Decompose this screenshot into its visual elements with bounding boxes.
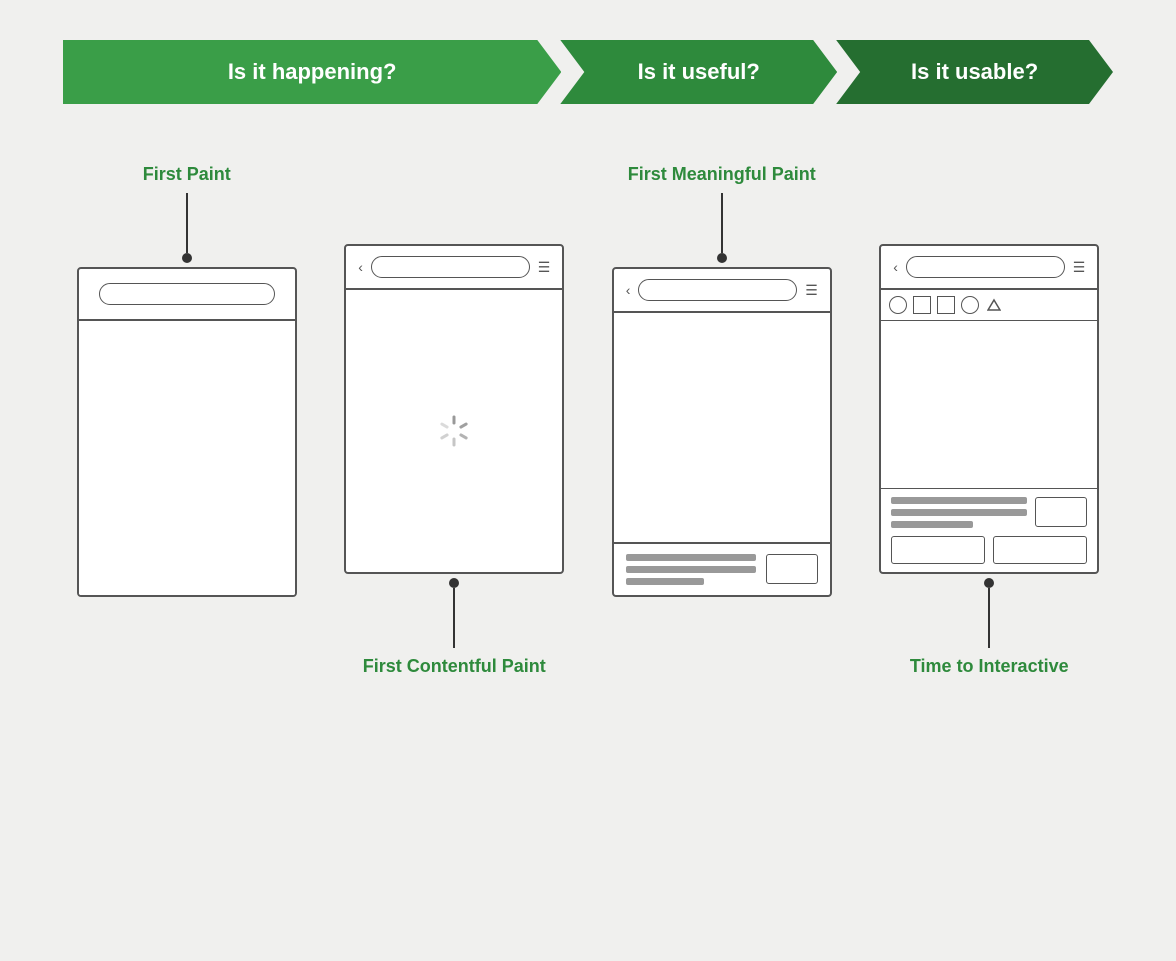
- phone3-line-3: [626, 578, 704, 585]
- phone1-body: [79, 321, 295, 595]
- phone4-line-3: [891, 521, 973, 528]
- tab-icon-square-1: [913, 296, 931, 314]
- phone4-btn-1: [891, 536, 985, 564]
- main-content: First Paint ‹ ☰: [63, 164, 1113, 677]
- phone4-search-bar: [906, 256, 1065, 278]
- column-tti: ‹ ☰: [866, 164, 1114, 677]
- phone3-image-area: [614, 313, 830, 544]
- phone3-content-area: [614, 544, 830, 595]
- banner-arrow-useful: Is it useful?: [560, 40, 837, 104]
- tab-icon-triangle: [985, 296, 1003, 314]
- phone4-line-1: [891, 497, 1027, 504]
- phone3-line-1: [626, 554, 756, 561]
- phone2-search-bar: [371, 256, 530, 278]
- label-tti: Time to Interactive: [910, 656, 1069, 677]
- connector-top-1: [182, 193, 192, 263]
- label-first-paint: First Paint: [143, 164, 231, 185]
- phone4-menu-icon: ☰: [1073, 259, 1086, 276]
- phone4-line-2: [891, 509, 1027, 516]
- phone2-body: [346, 290, 562, 572]
- banner-label-happening: Is it happening?: [228, 59, 397, 85]
- tab-icon-circle-1: [889, 296, 907, 314]
- phone1-search-bar: [99, 283, 275, 305]
- loading-spinner: [432, 409, 476, 453]
- phone4-header: ‹ ☰: [881, 246, 1097, 290]
- phone3-line-2: [626, 566, 756, 573]
- banner-label-useful: Is it useful?: [638, 59, 760, 85]
- phone-fmp: ‹ ☰: [612, 267, 832, 597]
- phone4-body: [881, 290, 1097, 572]
- column-fmp: First Meaningful Paint ‹ ☰: [598, 164, 846, 677]
- connector-bottom-4: [984, 578, 994, 648]
- phone4-tabs: [881, 290, 1097, 321]
- banner: Is it happening? Is it useful? Is it usa…: [63, 40, 1113, 104]
- phone4-image-area: [881, 321, 1097, 489]
- tab-icon-circle-2: [961, 296, 979, 314]
- phone1-header: [79, 269, 295, 321]
- banner-arrow-usable: Is it usable?: [836, 40, 1113, 104]
- phone4-btn-2: [993, 536, 1087, 564]
- column-fcp: ‹ ☰: [331, 164, 579, 677]
- phone4-action-button: [1035, 497, 1087, 527]
- phone2-header: ‹ ☰: [346, 246, 562, 290]
- phone2-back-icon: ‹: [358, 259, 363, 275]
- phone-first-paint: [77, 267, 297, 597]
- label-fcp: First Contentful Paint: [363, 656, 546, 677]
- banner-label-usable: Is it usable?: [911, 59, 1038, 85]
- banner-arrow-happening: Is it happening?: [63, 40, 561, 104]
- phone4-action-buttons: [891, 536, 1087, 564]
- phone3-menu-icon: ☰: [805, 282, 818, 299]
- phone3-action-button: [766, 554, 818, 584]
- label-fmp: First Meaningful Paint: [628, 164, 816, 185]
- phone4-back-icon: ‹: [893, 259, 898, 275]
- connector-top-3: [717, 193, 727, 263]
- phone3-header: ‹ ☰: [614, 269, 830, 313]
- phone4-row-1: [891, 497, 1087, 528]
- phone3-body: [614, 313, 830, 595]
- column-first-paint: First Paint: [63, 164, 311, 677]
- phone4-text-lines: [891, 497, 1027, 528]
- phone-fcp: ‹ ☰: [344, 244, 564, 574]
- phone3-search-bar: [638, 279, 797, 301]
- phone2-menu-icon: ☰: [538, 259, 551, 276]
- tab-icon-square-2: [937, 296, 955, 314]
- connector-bottom-2: [449, 578, 459, 648]
- phone4-content-area: [881, 489, 1097, 572]
- phone-tti: ‹ ☰: [879, 244, 1099, 574]
- phone3-text-lines: [626, 554, 756, 585]
- phone3-back-icon: ‹: [626, 282, 631, 298]
